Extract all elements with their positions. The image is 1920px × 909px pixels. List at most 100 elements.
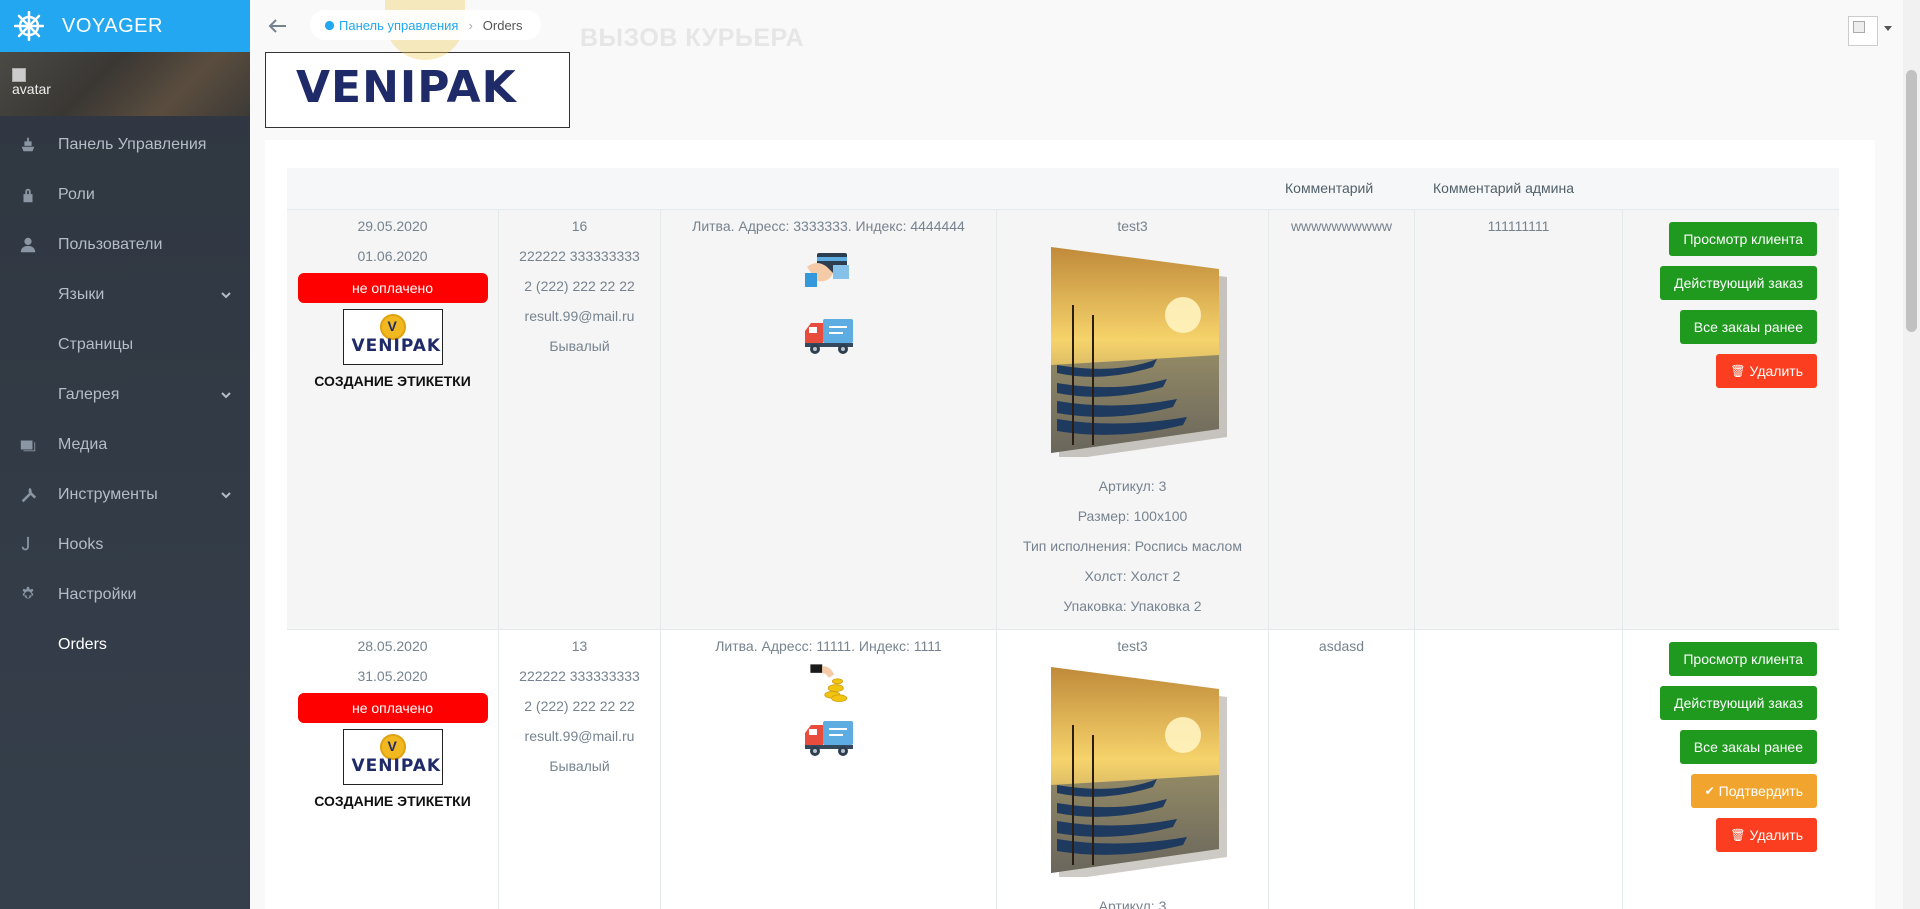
- sidebar-item-gallery[interactable]: Галерея: [0, 370, 250, 420]
- product-name: test3: [1117, 218, 1148, 234]
- chevron-down-icon: [220, 288, 232, 300]
- client-phone-2: 2 (222) 222 22 22: [524, 698, 635, 714]
- client-phone-1: 222222 333333333: [519, 668, 640, 684]
- product-canvas: Холст: Холст 2: [1084, 568, 1181, 584]
- sidebar: VOYAGER avatar Панель Управления Роли По…: [0, 0, 250, 909]
- all-orders-button[interactable]: Все закаы ранее: [1679, 310, 1817, 344]
- comment: asdasd: [1318, 638, 1365, 654]
- cell-client: 16 222222 333333333 2 (222) 222 22 22 re…: [499, 210, 661, 629]
- row-actions: Просмотр клиента Действующий заказ Все з…: [1660, 222, 1817, 398]
- column-header-comment[interactable]: Комментарий: [1285, 180, 1373, 196]
- breadcrumb-home-label: Панель управления: [339, 17, 459, 33]
- back-arrow-icon[interactable]: [266, 14, 290, 38]
- client-type: Бывалый: [549, 338, 610, 354]
- breadcrumb-home[interactable]: Панель управления: [324, 18, 458, 33]
- sidebar-item-label: Галерея: [58, 386, 120, 403]
- cell-actions: Просмотр клиента Действующий заказ Все з…: [1623, 630, 1839, 909]
- sidebar-item-tools[interactable]: Инструменты: [0, 470, 250, 520]
- trash-icon: 🗑: [1730, 828, 1746, 842]
- broken-image-icon: [1853, 21, 1865, 33]
- sidebar-item-users[interactable]: Пользователи: [0, 220, 250, 270]
- view-client-button[interactable]: Просмотр клиента: [1669, 642, 1817, 676]
- product-exec-type: Тип исполнения: Роспись маслом: [1023, 538, 1242, 554]
- cell-product: test3: [997, 210, 1269, 629]
- product-package: Упаковка: Упаковка 2: [1063, 598, 1202, 614]
- scrollbar-thumb[interactable]: [1906, 70, 1917, 332]
- cell-client: 13 222222 333333333 2 (222) 222 22 22 re…: [499, 630, 661, 909]
- trash-icon: 🗑: [1730, 364, 1746, 378]
- brand-name: VOYAGER: [62, 14, 163, 37]
- sidebar-item-media[interactable]: Медиа: [0, 420, 250, 470]
- view-client-button[interactable]: Просмотр клиента: [1669, 222, 1817, 256]
- sidebar-item-label: Настройки: [58, 586, 137, 603]
- create-label-link[interactable]: СОЗДАНИЕ ЭТИКЕТКИ: [287, 793, 498, 809]
- delete-button[interactable]: 🗑 Удалить: [1716, 354, 1817, 388]
- venipak-logo-button[interactable]: V VENIPAK: [342, 309, 443, 365]
- cell-actions: Просмотр клиента Действующий заказ Все з…: [1623, 210, 1839, 629]
- lock-icon: [18, 185, 38, 205]
- product-image[interactable]: [1033, 665, 1233, 881]
- boat-icon: [18, 135, 38, 155]
- comment: wwwwwwwwww: [1290, 218, 1393, 234]
- table-row: 29.05.2020 01.06.2020 не оплачено V VENI…: [287, 210, 1839, 630]
- hook-icon: [18, 535, 38, 555]
- product-article: Артикул: 3: [1098, 478, 1167, 494]
- breadcrumb-current: Orders: [482, 17, 523, 33]
- venipak-logo-button[interactable]: V VENIPAK: [342, 729, 443, 785]
- cell-dates: 28.05.2020 31.05.2020 не оплачено V VENI…: [287, 630, 499, 909]
- broken-image-icon: [12, 68, 26, 82]
- sidebar-item-label: Инструменты: [58, 486, 158, 503]
- table-row: 28.05.2020 31.05.2020 не оплачено V VENI…: [287, 630, 1839, 909]
- cell-product: test3: [997, 630, 1269, 909]
- date-due: 31.05.2020: [357, 668, 428, 684]
- client-id: 13: [571, 638, 588, 654]
- images-icon: [18, 435, 38, 455]
- sidebar-item-roles[interactable]: Роли: [0, 170, 250, 220]
- tools-icon: [18, 485, 38, 505]
- sidebar-item-orders[interactable]: Orders: [0, 620, 250, 670]
- client-email: result.99@mail.ru: [524, 728, 635, 744]
- delete-button[interactable]: 🗑 Удалить: [1716, 818, 1817, 852]
- client-phone-2: 2 (222) 222 22 22: [524, 278, 635, 294]
- cell-admin-comment: 111111111: [1415, 210, 1623, 629]
- current-order-button[interactable]: Действующий заказ: [1660, 266, 1817, 300]
- cash-payment-icon: [661, 661, 996, 705]
- client-type: Бывалый: [549, 758, 610, 774]
- confirm-button[interactable]: ✔ Подтвердить: [1690, 774, 1817, 808]
- sidebar-item-languages[interactable]: Языки: [0, 270, 250, 320]
- caret-down-icon[interactable]: [1884, 26, 1892, 31]
- all-orders-button[interactable]: Все закаы ранее: [1679, 730, 1817, 764]
- sidebar-item-hooks[interactable]: Hooks: [0, 520, 250, 570]
- row-actions: Просмотр клиента Действующий заказ Все з…: [1660, 642, 1817, 862]
- create-label-link[interactable]: СОЗДАНИЕ ЭТИКЕТКИ: [287, 373, 498, 389]
- delete-label: Удалить: [1749, 363, 1803, 379]
- status-badge: не оплачено: [297, 273, 488, 303]
- column-header-admin-comment[interactable]: Комментарий админа: [1433, 180, 1574, 196]
- product-image[interactable]: [1033, 245, 1233, 461]
- brand-bar[interactable]: VOYAGER: [0, 0, 250, 52]
- gear-icon: [18, 585, 38, 605]
- product-article: Артикул: 3: [1098, 898, 1167, 909]
- delivery-address: Литва. Адресс: 3333333. Индекс: 4444444: [692, 218, 965, 234]
- avatar[interactable]: avatar: [12, 68, 51, 96]
- delivery-truck-icon: [661, 313, 996, 357]
- sidebar-item-dashboard[interactable]: Панель Управления: [0, 120, 250, 170]
- sidebar-item-label: Панель Управления: [58, 136, 207, 153]
- logo-text: VENIPAK: [351, 336, 442, 356]
- sidebar-item-label: Роли: [58, 186, 95, 203]
- sidebar-item-settings[interactable]: Настройки: [0, 570, 250, 620]
- page-scrollbar[interactable]: [1903, 0, 1920, 909]
- header-venipak-logo: VENIPAK: [265, 52, 570, 128]
- user-menu-avatar[interactable]: [1848, 16, 1878, 46]
- card-payment-icon: [661, 247, 996, 291]
- current-order-button[interactable]: Действующий заказ: [1660, 686, 1817, 720]
- delivery-address: Литва. Адресс: 11111. Индекс: 1111: [715, 638, 942, 654]
- sidebar-item-pages[interactable]: Страницы: [0, 320, 250, 370]
- client-email: result.99@mail.ru: [524, 308, 635, 324]
- table-header: Комментарий Комментарий админа: [287, 168, 1839, 210]
- cell-dates: 29.05.2020 01.06.2020 не оплачено V VENI…: [287, 210, 499, 629]
- topbar: Панель управления › Orders: [250, 0, 1920, 52]
- confirm-label: Подтвердить: [1718, 783, 1803, 799]
- chevron-down-icon: [220, 388, 232, 400]
- date-created: 28.05.2020: [357, 638, 428, 654]
